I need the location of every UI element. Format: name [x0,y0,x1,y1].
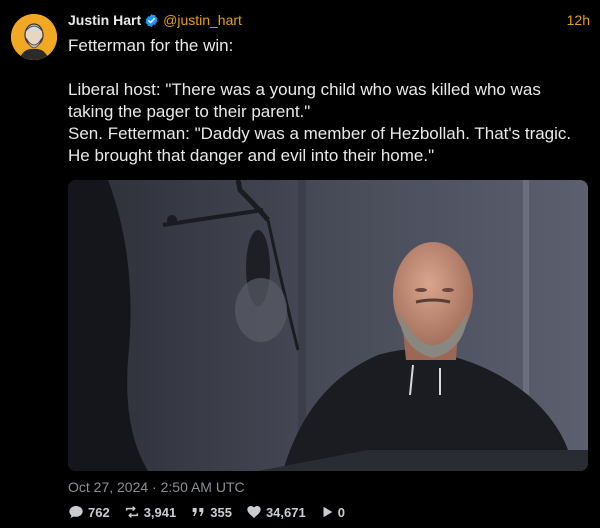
heart-icon [246,504,262,520]
quote-button[interactable]: 355 [190,504,232,520]
post-timestamp[interactable]: Oct 27, 2024 · 2:50 AM UTC [68,478,245,496]
like-button[interactable]: 34,671 [246,504,306,520]
reply-count: 762 [88,504,110,520]
repost-count: 3,941 [143,504,177,520]
reply-button[interactable]: 762 [68,504,110,520]
post-stats-bar: 762 3,941 355 34,671 0 [68,503,345,521]
author-name[interactable]: Justin Hart [68,12,141,28]
author-handle[interactable]: @justin_hart [163,12,242,28]
post-header: Justin Hart @justin_hart 12h [68,10,590,30]
comment-icon [68,504,84,520]
repost-icon [124,504,140,520]
post-video[interactable] [68,180,588,471]
verified-badge-icon [144,13,159,33]
views-count: 0 [337,504,345,520]
quote-icon [190,504,206,520]
views-button[interactable]: 0 [320,505,345,520]
quote-count: 355 [210,504,232,520]
post-text: Fetterman for the win: Liberal host: "Th… [68,36,572,165]
author-avatar[interactable] [11,14,57,60]
play-icon [320,505,334,519]
like-count: 34,671 [265,504,306,520]
repost-button[interactable]: 3,941 [124,504,177,520]
post-relative-time[interactable]: 12h [567,10,590,30]
